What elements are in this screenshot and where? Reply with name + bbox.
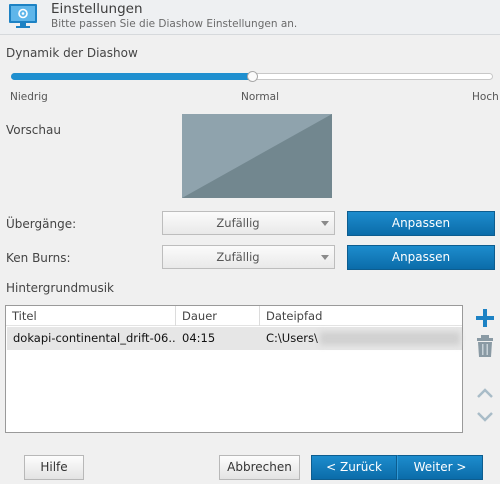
kenburns-label: Ken Burns:	[6, 251, 71, 265]
transitions-customize-button[interactable]: Anpassen	[347, 211, 495, 236]
column-header-path[interactable]: Dateipfad	[260, 306, 462, 326]
music-table[interactable]: Titel Dauer Dateipfad dokapi-continental…	[5, 305, 463, 433]
next-button[interactable]: Weiter >	[397, 455, 483, 480]
chevron-down-icon[interactable]	[474, 410, 496, 424]
page-title: Einstellungen	[51, 1, 143, 17]
transition-preview	[182, 114, 332, 198]
kenburns-select-value: Zufällig	[216, 250, 260, 264]
column-header-title[interactable]: Titel	[6, 306, 175, 326]
cancel-button[interactable]: Abbrechen	[219, 455, 300, 480]
chevron-down-icon	[321, 221, 329, 226]
chevron-up-icon[interactable]	[474, 386, 496, 400]
slider-min-label: Niedrig	[10, 91, 48, 103]
dynamics-label: Dynamik der Diashow	[6, 46, 138, 60]
trash-icon[interactable]	[474, 334, 496, 358]
kenburns-select[interactable]: Zufällig	[162, 245, 335, 269]
chevron-down-icon	[321, 255, 329, 260]
preview-label: Vorschau	[6, 123, 61, 137]
page-subtitle: Bitte passen Sie die Diashow Einstellung…	[51, 18, 298, 30]
track-duration-cell: 04:15	[182, 331, 216, 345]
help-button[interactable]: Hilfe	[24, 455, 84, 480]
kenburns-customize-button[interactable]: Anpassen	[347, 245, 495, 270]
dynamics-slider-thumb[interactable]	[247, 71, 258, 82]
transitions-label: Übergänge:	[6, 217, 77, 231]
back-button[interactable]: < Zurück	[311, 455, 397, 480]
transitions-select-value: Zufällig	[216, 216, 260, 230]
redacted-path	[320, 332, 460, 345]
column-header-duration[interactable]: Dauer	[176, 306, 259, 326]
music-label: Hintergrundmusik	[6, 281, 114, 295]
plus-icon[interactable]	[474, 307, 496, 329]
transitions-select[interactable]: Zufällig	[162, 211, 335, 235]
slider-max-label: Hoch	[472, 91, 499, 103]
monitor-settings-icon	[9, 4, 37, 28]
track-title-cell: dokapi-continental_drift-06...	[13, 331, 175, 345]
table-row[interactable]: dokapi-continental_drift-06... 04:15 C:\…	[7, 327, 462, 350]
slider-mid-label: Normal	[241, 91, 279, 103]
dynamics-slider-fill	[11, 73, 252, 80]
track-path-cell: C:\Users\	[266, 331, 318, 345]
